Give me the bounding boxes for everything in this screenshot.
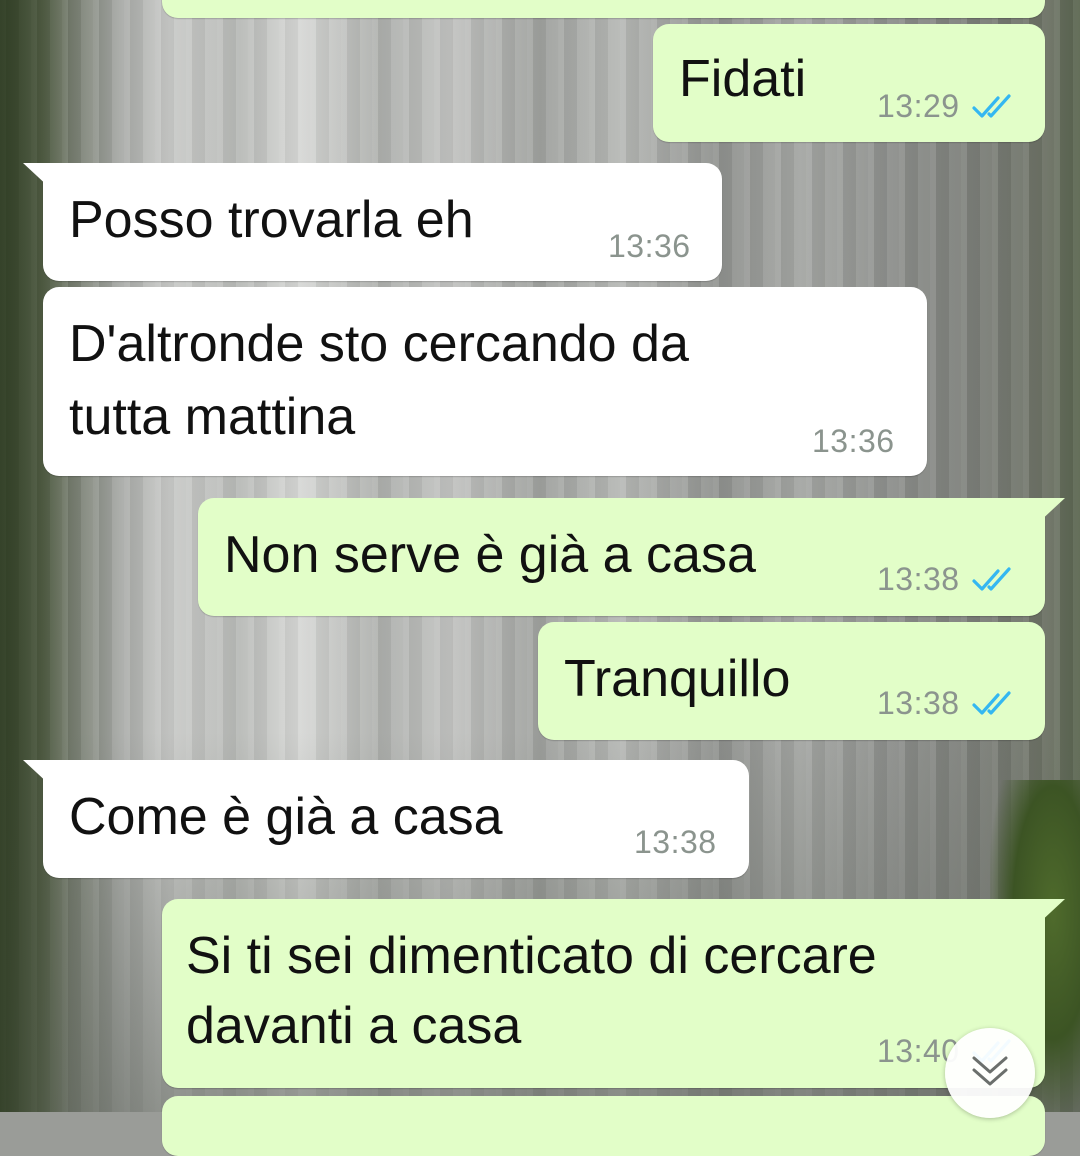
message-text: Tranquillo (564, 650, 791, 708)
scroll-to-bottom-button[interactable] (945, 1028, 1035, 1118)
message-text: Come è già a casa (69, 788, 503, 846)
message-text-line-1: Si ti sei dimenticato di cercare (186, 927, 877, 985)
message-bubble-outgoing[interactable]: Non serve è già a casa 13:38 (198, 498, 1065, 616)
message-time: 13:38 (877, 685, 960, 721)
message-time: 13:38 (634, 824, 717, 860)
message-text-line-1: D'altronde sto cercando da (69, 315, 689, 373)
message-text: Non serve è già a casa (224, 526, 756, 584)
message-meta: 13:38 (877, 561, 1018, 598)
double-check-icon (971, 690, 1018, 717)
message-time: 13:38 (877, 561, 960, 597)
bubble-tail (23, 760, 51, 786)
double-check-icon (971, 93, 1018, 120)
message-bubble-outgoing-partial[interactable] (162, 0, 1045, 18)
message-bubble-outgoing-partial[interactable] (162, 1096, 1045, 1156)
message-text: Posso trovarla eh (69, 191, 474, 249)
chevron-double-down-icon (970, 1054, 1010, 1093)
message-time: 13:29 (877, 88, 960, 124)
bubble-tail (1037, 498, 1065, 524)
message-time: 13:36 (608, 228, 691, 264)
double-check-icon (971, 566, 1018, 593)
message-time: 13:36 (812, 423, 895, 459)
message-text: Fidati (679, 50, 807, 108)
message-text-line-2: davanti a casa (186, 997, 522, 1055)
message-bubble-outgoing[interactable]: Si ti sei dimenticato di cercare davanti… (162, 899, 1065, 1088)
message-bubble-outgoing[interactable]: Tranquillo 13:38 (538, 622, 1045, 740)
message-bubble-incoming[interactable]: Posso trovarla eh 13:36 (23, 163, 722, 281)
message-text-line-2: tutta mattina (69, 388, 356, 446)
message-bubble-outgoing[interactable]: Fidati 13:29 (653, 24, 1045, 142)
bubble-tail (1037, 899, 1065, 925)
message-meta: 13:29 (877, 88, 1018, 125)
message-bubble-incoming[interactable]: D'altronde sto cercando da tutta mattina… (43, 287, 927, 476)
bubble-tail (23, 163, 51, 189)
message-bubble-incoming[interactable]: Come è già a casa 13:38 (23, 760, 749, 878)
message-meta: 13:38 (877, 685, 1018, 722)
